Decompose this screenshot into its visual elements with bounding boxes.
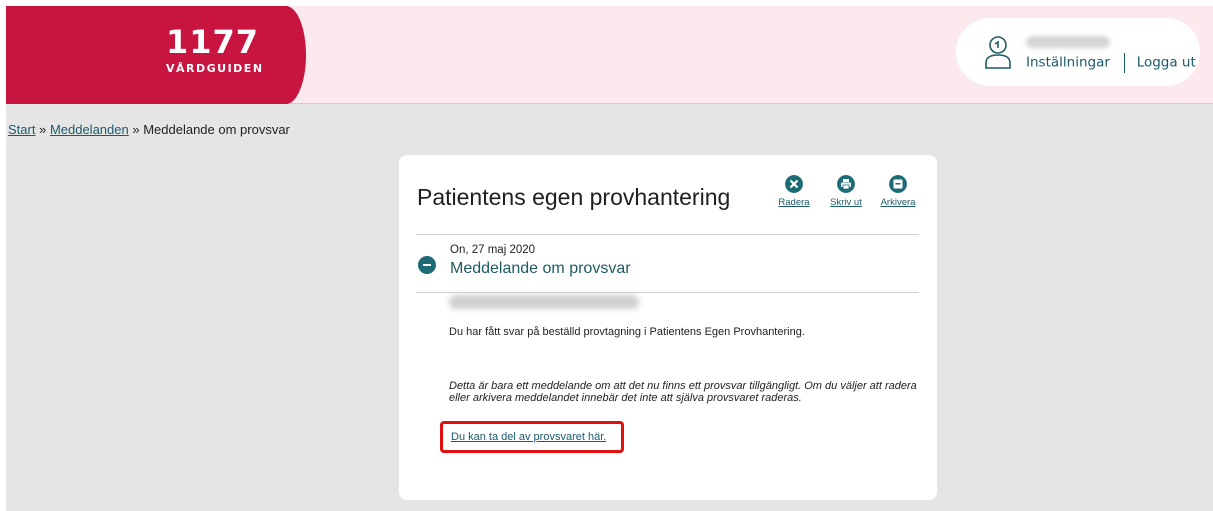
logo-number: 1177 (166, 23, 260, 61)
highlight-box: Du kan ta del av provsvaret här. (440, 421, 624, 453)
message-subject: Meddelande om provsvar (450, 260, 631, 277)
message-note: Detta är bara ett meddelande om att det … (449, 380, 917, 404)
message-actions: Radera Skriv ut Arkivera (769, 175, 929, 215)
page-title: Patientens egen provhantering (417, 184, 731, 210)
logout-link[interactable]: Logga ut (1137, 55, 1196, 71)
user-menu: Inställningar Logga ut (956, 18, 1200, 86)
message-header[interactable]: On, 27 maj 2020 Meddelande om provsvar (416, 235, 919, 293)
close-circle-icon (785, 175, 803, 193)
logo[interactable]: 1177 VÅRDGUIDEN (6, 6, 306, 104)
breadcrumb: Start » Meddelanden » Meddelande om prov… (8, 122, 290, 137)
breadcrumb-separator: » (128, 122, 144, 137)
archive-icon (889, 175, 907, 193)
archive-label: Arkivera (880, 197, 916, 208)
message-body: Du har fått svar på beställd provtagning… (449, 326, 805, 338)
site-header: 1177 VÅRDGUIDEN Inställningar Logga ut (6, 6, 1213, 104)
user-icon (985, 36, 1011, 69)
settings-link[interactable]: Inställningar (1026, 55, 1110, 71)
sender-redacted (449, 295, 639, 309)
breadcrumb-start[interactable]: Start (8, 122, 35, 137)
breadcrumb-separator: » (35, 122, 50, 137)
message-card: Patientens egen provhantering Radera Skr… (399, 155, 937, 500)
print-label: Skriv ut (830, 197, 862, 208)
archive-button[interactable]: Arkivera (873, 175, 923, 208)
page: 1177 VÅRDGUIDEN Inställningar Logga ut S… (6, 6, 1213, 511)
divider (1123, 53, 1125, 73)
logo-subtitle: VÅRDGUIDEN (166, 62, 264, 75)
breadcrumb-messages[interactable]: Meddelanden (50, 122, 129, 137)
delete-button[interactable]: Radera (769, 175, 819, 208)
delete-label: Radera (778, 197, 810, 208)
breadcrumb-current: Meddelande om provsvar (143, 122, 290, 137)
message-date: On, 27 maj 2020 (450, 244, 536, 256)
result-link[interactable]: Du kan ta del av provsvaret här. (451, 431, 606, 443)
user-links: Inställningar Logga ut (1026, 53, 1196, 73)
print-button[interactable]: Skriv ut (821, 175, 871, 208)
minus-circle-icon[interactable] (418, 256, 436, 274)
user-name-redacted (1026, 36, 1110, 48)
divider (416, 292, 919, 293)
printer-icon (837, 175, 855, 193)
